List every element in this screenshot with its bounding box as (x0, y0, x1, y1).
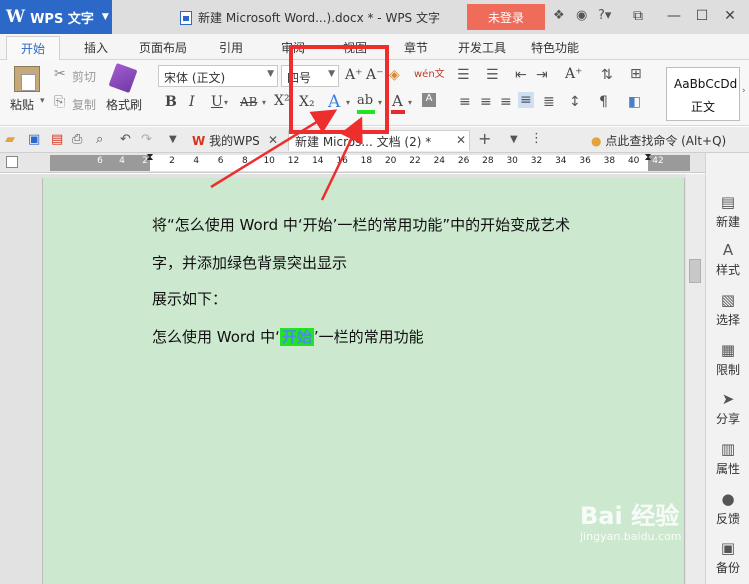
arrow-to-highlight (320, 116, 363, 201)
watermark-brand: Bai 经验 (580, 502, 680, 530)
wps-window: W WPS 文字 ▼ 新建 Microsoft Word...).docx * … (0, 0, 749, 584)
arrow-to-text-effect (210, 109, 338, 189)
watermark-url: jingyan.baidu.com (580, 530, 682, 543)
baidu-jingyan-watermark: Bai 经验 jingyan.baidu.com (580, 496, 704, 576)
